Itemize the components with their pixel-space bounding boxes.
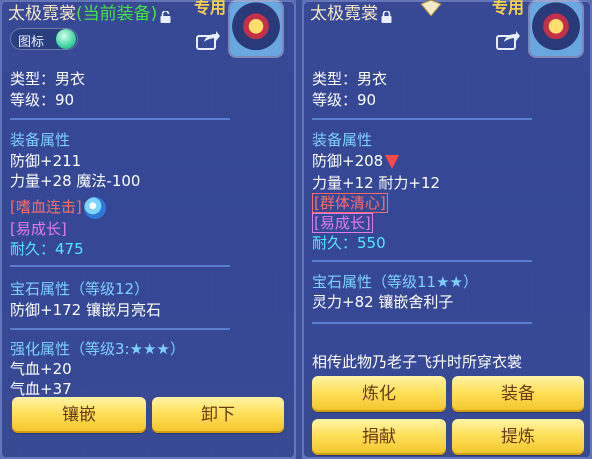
inlay-button[interactable]: 镶嵌 bbox=[12, 397, 146, 433]
down-arrow-icon bbox=[385, 154, 400, 169]
item-avatar bbox=[530, 2, 582, 56]
badge-icon bbox=[420, 0, 442, 17]
equip-button[interactable]: 装备 bbox=[452, 376, 584, 412]
item-name: 太极霓裳 bbox=[310, 4, 378, 24]
current-equip-tag: (当前装备) bbox=[76, 4, 158, 24]
item-name: 太极霓裳 bbox=[8, 4, 76, 24]
gem-attr-heading: 宝石属性（等级11★★） bbox=[312, 273, 478, 291]
gem-attr: 防御+172 镶嵌月亮石 bbox=[10, 301, 161, 319]
skill-orb-icon bbox=[83, 196, 106, 219]
icon-toggle[interactable]: 图标 bbox=[10, 28, 78, 50]
enhance-attr-2: 气血+37 bbox=[10, 380, 72, 398]
skill-name: [群体清心] bbox=[312, 193, 388, 213]
special-skill: [群体清心] bbox=[312, 192, 388, 213]
equip-attr-heading: 装备属性 bbox=[10, 131, 71, 149]
toggle-knob bbox=[56, 29, 76, 49]
stat-attrs: 力量+28 魔法-100 bbox=[10, 172, 141, 190]
icon-toggle-label: 图标 bbox=[18, 35, 45, 50]
item-title: 太极霓裳 bbox=[310, 0, 392, 24]
donate-button[interactable]: 捐献 bbox=[312, 419, 446, 455]
share-icon[interactable] bbox=[496, 30, 520, 50]
refine-button[interactable]: 炼化 bbox=[312, 376, 446, 412]
lock-open-icon[interactable] bbox=[160, 8, 171, 23]
durability: 耐久：475 bbox=[10, 240, 84, 258]
item-avatar bbox=[230, 2, 282, 56]
item-title: 太极霓裳(当前装备) bbox=[8, 0, 171, 24]
separator bbox=[312, 260, 532, 262]
separator bbox=[312, 118, 532, 120]
enhance-attr-1: 气血+20 bbox=[10, 360, 72, 378]
unequip-button[interactable]: 卸下 bbox=[152, 397, 284, 433]
separator bbox=[312, 322, 532, 324]
type-line: 类型：男衣 bbox=[10, 70, 86, 88]
separator bbox=[10, 328, 230, 330]
share-icon[interactable] bbox=[196, 30, 220, 50]
growth-tag: [易成长] bbox=[10, 220, 67, 238]
defense-value: 防御+208 bbox=[312, 152, 384, 170]
defense-attr: 防御+211 bbox=[10, 152, 82, 170]
growth-tag: [易成长] bbox=[312, 212, 373, 233]
enhance-attr-heading: 强化属性（等级3:★★★） bbox=[10, 340, 185, 358]
extract-button[interactable]: 提炼 bbox=[452, 419, 584, 455]
type-line: 类型：男衣 bbox=[312, 70, 388, 88]
separator bbox=[10, 265, 230, 267]
compare-item-panel: 太极霓裳 专用 类型：男衣 等级：90 装备属性 防御+208 力量+12 耐力… bbox=[302, 0, 592, 459]
level-line: 等级：90 bbox=[312, 91, 377, 109]
level-line: 等级：90 bbox=[10, 91, 75, 109]
separator bbox=[10, 118, 230, 120]
gem-attr-heading: 宝石属性（等级12） bbox=[10, 280, 150, 298]
special-skill: [嗜血连击] bbox=[10, 196, 106, 219]
gem-attr: 灵力+82 镶嵌舍利子 bbox=[312, 293, 454, 311]
current-item-panel: 太极霓裳(当前装备) 专用 图标 类型：男衣 等级：90 装备属性 防御+211… bbox=[0, 0, 296, 459]
defense-attr: 防御+208 bbox=[312, 150, 400, 171]
equip-attr-heading: 装备属性 bbox=[312, 131, 373, 149]
exclusive-label: 专用 bbox=[194, 0, 227, 17]
growth-label: [易成长] bbox=[312, 213, 373, 233]
stat-attrs: 力量+12 耐力+12 bbox=[312, 174, 441, 192]
exclusive-label: 专用 bbox=[492, 0, 525, 17]
durability: 耐久：550 bbox=[312, 234, 386, 252]
skill-name: [嗜血连击] bbox=[10, 198, 82, 216]
item-description: 相传此物乃老子飞升时所穿衣裳 bbox=[312, 353, 523, 371]
lock-closed-icon[interactable] bbox=[381, 8, 392, 23]
